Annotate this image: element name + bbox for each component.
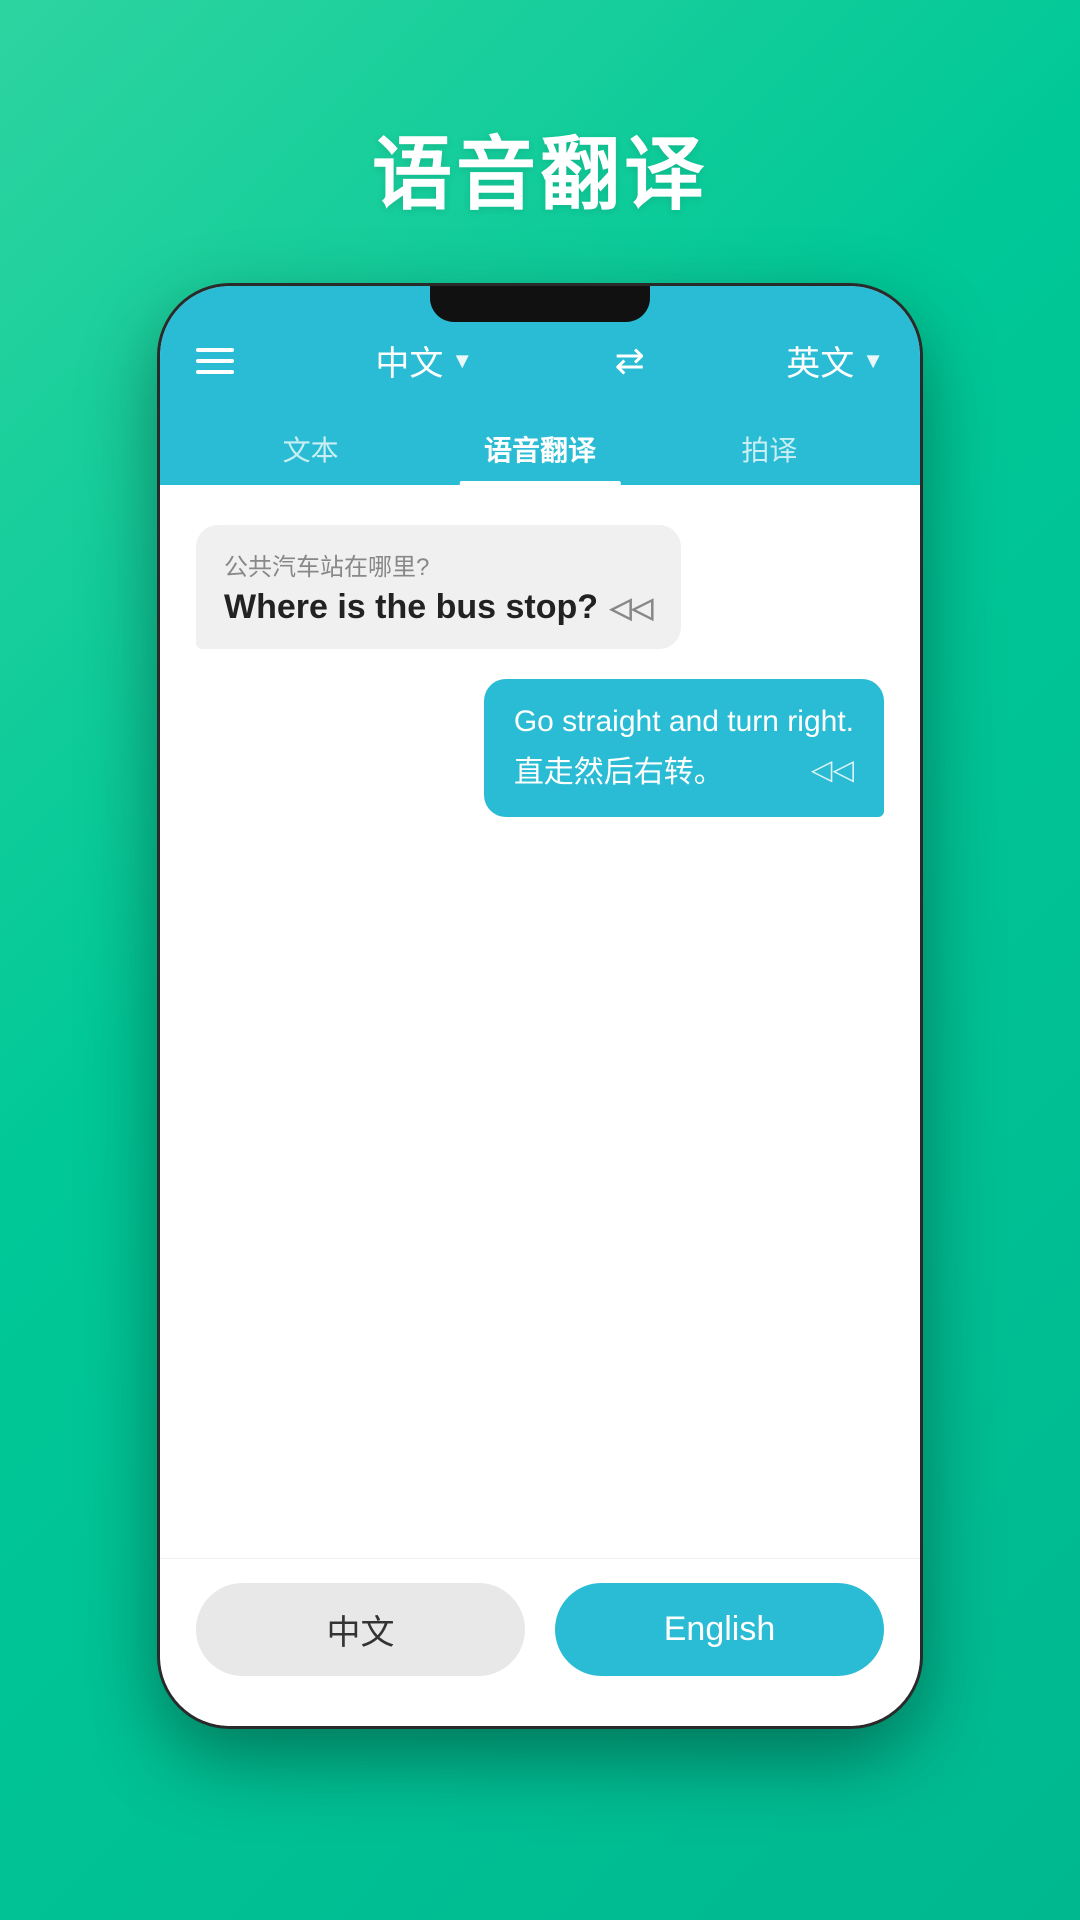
message-subtitle: 公共汽车站在哪里? <box>224 547 653 582</box>
target-language-arrow: ▼ <box>862 348 884 374</box>
chinese-voice-button[interactable]: 中文 <box>196 1583 525 1676</box>
swap-icon: ⇄ <box>615 340 645 381</box>
phone-frame: 中文 ▼ ⇄ 英文 ▼ 文本 语音翻译 <box>160 286 920 1726</box>
source-language-selector[interactable]: 中文 ▼ <box>375 336 473 385</box>
english-voice-button[interactable]: English <box>555 1583 884 1676</box>
message-bubble-right: Go straight and turn right. 直走然后右转。 ◁◁ <box>484 679 884 817</box>
source-language-label: 中文 <box>375 336 443 385</box>
tab-text[interactable]: 文本 <box>196 415 425 485</box>
target-language-selector[interactable]: 英文 ▼ <box>786 336 884 385</box>
menu-button[interactable] <box>196 348 234 374</box>
tab-photo[interactable]: 拍译 <box>655 415 884 485</box>
phone-notch <box>430 286 650 322</box>
target-language-label: 英文 <box>786 336 854 385</box>
message-main-text: Where is the bus stop? ◁◁ <box>224 588 653 627</box>
source-language-arrow: ▼ <box>451 348 473 374</box>
bottom-bar: 中文 English <box>160 1558 920 1726</box>
tab-bar: 文本 语音翻译 拍译 <box>196 405 884 485</box>
message-sound-button[interactable]: ◁◁ <box>610 591 653 624</box>
message-sub-text-right: 直走然后右转。 ◁◁ <box>514 747 854 791</box>
message-main-text-right: Go straight and turn right. <box>514 705 854 739</box>
tab-voice[interactable]: 语音翻译 <box>425 415 654 485</box>
chat-area: 公共汽车站在哪里? Where is the bus stop? ◁◁ Go s… <box>160 485 920 1558</box>
swap-languages-button[interactable]: ⇄ <box>615 340 645 382</box>
message-sound-button-right[interactable]: ◁◁ <box>811 753 854 786</box>
message-bubble-left: 公共汽车站在哪里? Where is the bus stop? ◁◁ <box>196 525 681 649</box>
phone-screen: 中文 ▼ ⇄ 英文 ▼ 文本 语音翻译 <box>160 286 920 1726</box>
page-title-text: 语音翻译 <box>372 110 708 226</box>
